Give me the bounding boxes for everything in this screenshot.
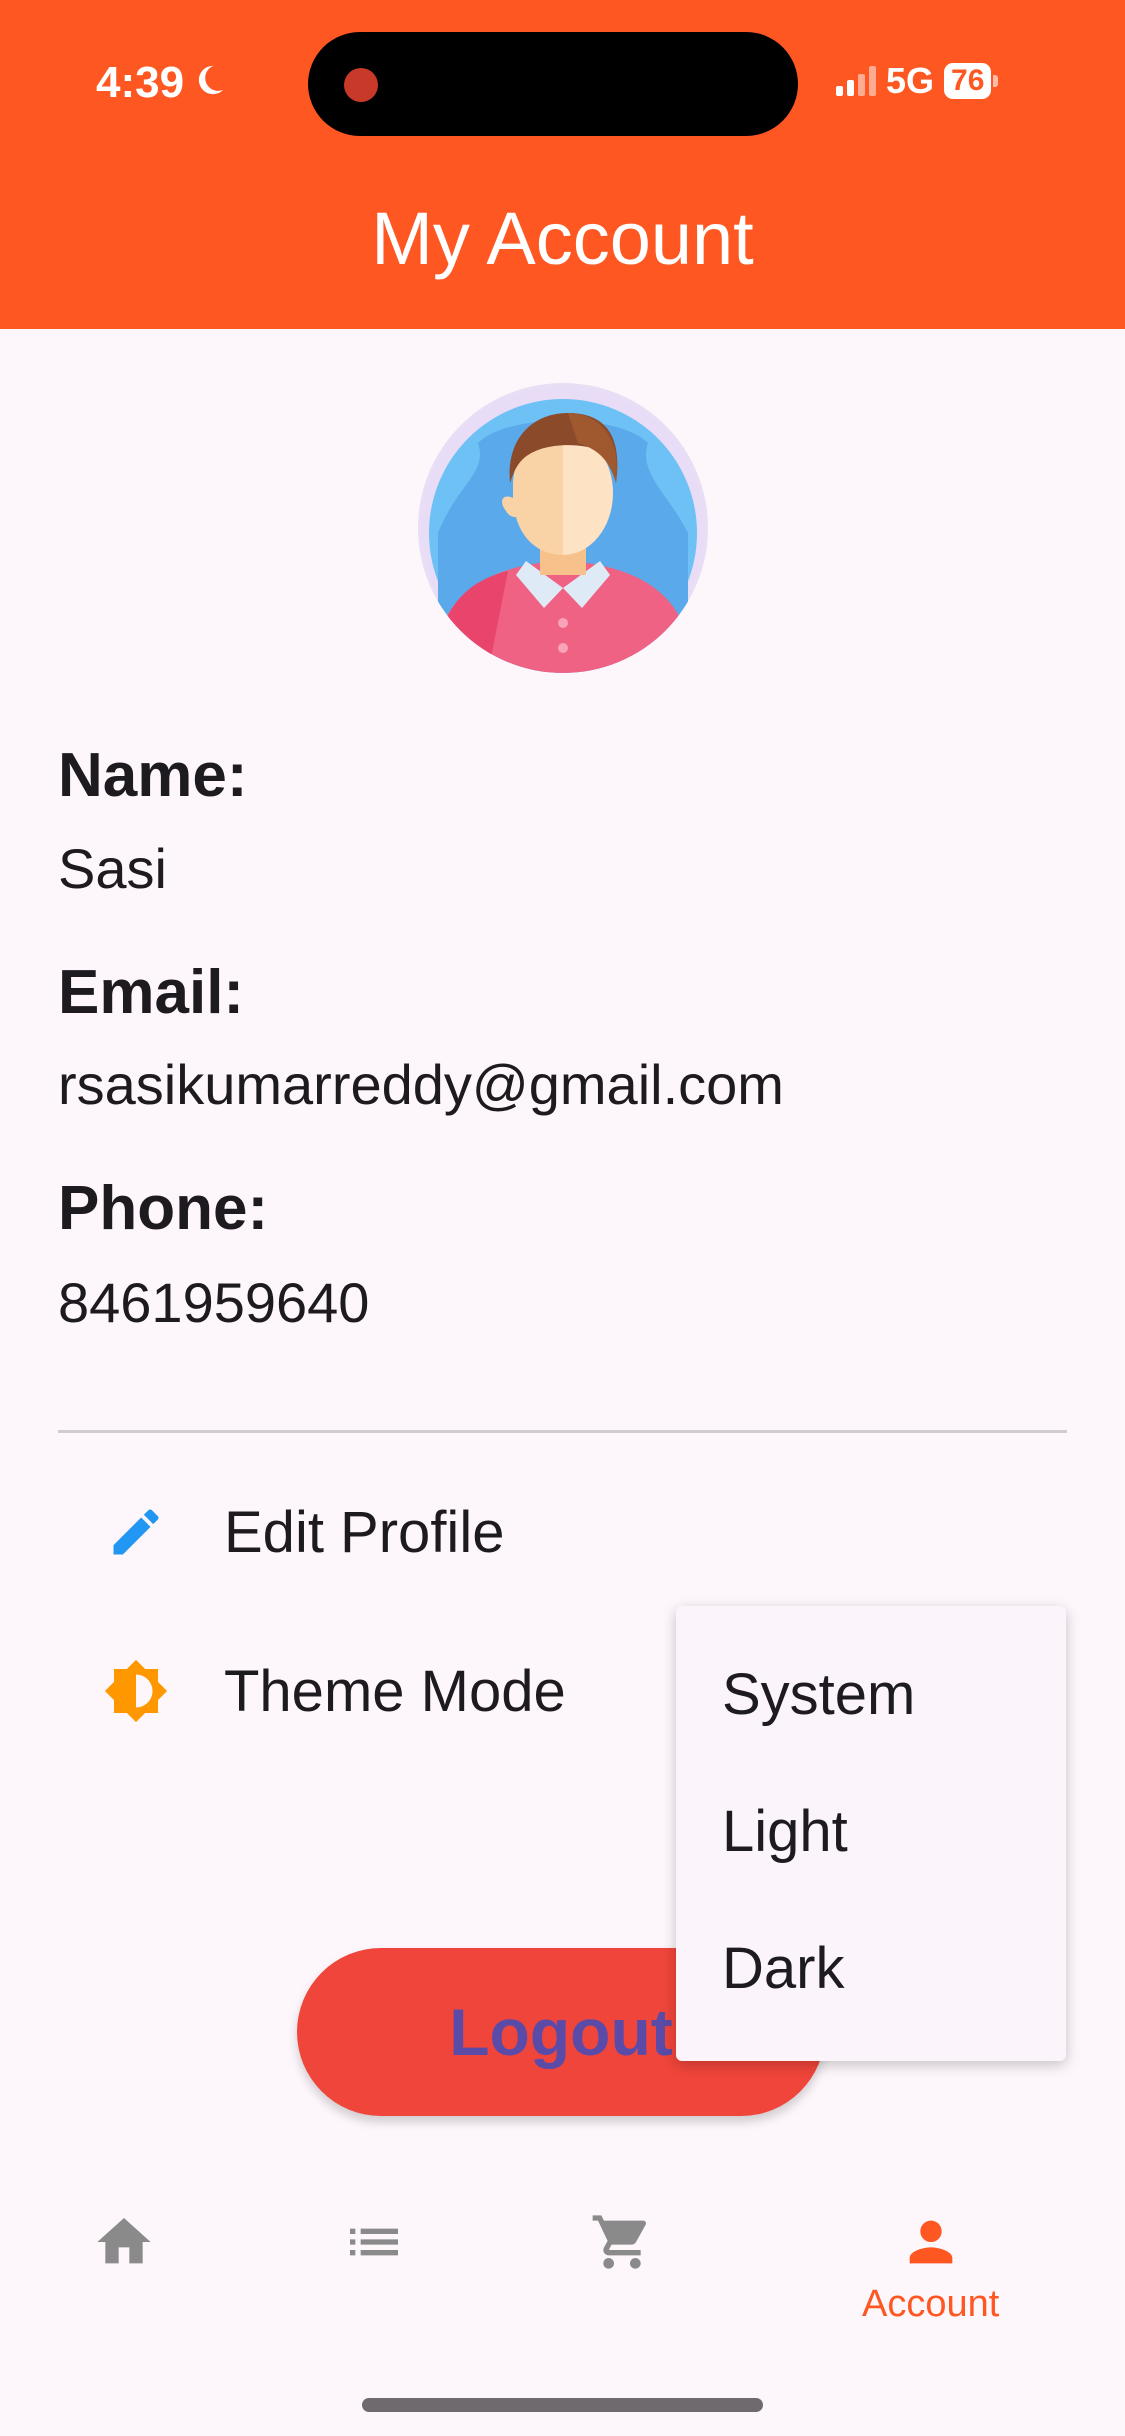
name-label: Name: (58, 741, 248, 810)
bottom-navigation: Account (0, 2180, 1125, 2350)
edit-profile-row[interactable]: Edit Profile (100, 1487, 504, 1577)
status-bar: 4:39 5G 76 (0, 0, 1125, 170)
theme-option-light[interactable]: Light (676, 1763, 1066, 1900)
cart-icon (590, 2210, 654, 2279)
person-icon (899, 2210, 963, 2279)
network-label: 5G (886, 60, 935, 101)
battery-icon: 76 (944, 63, 999, 99)
theme-mode-label: Theme Mode (224, 1658, 566, 1724)
avatar (418, 383, 708, 673)
app-bar: 4:39 5G 76 My Account (0, 0, 1125, 329)
phone-value: 8461959640 (58, 1271, 370, 1334)
status-time: 4:39 (96, 58, 226, 108)
nav-list[interactable] (342, 2210, 406, 2279)
phone-label: Phone: (58, 1174, 269, 1243)
status-icons: 5G 76 (836, 60, 999, 102)
name-value: Sasi (58, 837, 167, 900)
dynamic-island (308, 32, 798, 136)
list-icon (342, 2210, 406, 2279)
moon-icon (192, 58, 226, 108)
recording-indicator (344, 68, 378, 102)
brightness-icon (100, 1655, 172, 1727)
nav-cart[interactable] (590, 2210, 654, 2279)
nav-account-label: Account (862, 2283, 1000, 2325)
page-title: My Account (371, 197, 754, 280)
divider (58, 1430, 1067, 1433)
theme-mode-row[interactable]: Theme Mode (100, 1646, 566, 1736)
edit-profile-label: Edit Profile (224, 1499, 505, 1565)
theme-popup-menu: System Light Dark (676, 1606, 1066, 2061)
theme-option-system[interactable]: System (676, 1626, 1066, 1763)
email-value: rsasikumarreddy@gmail.com (58, 1053, 784, 1116)
battery-level: 76 (944, 63, 992, 99)
nav-home[interactable] (92, 2210, 156, 2279)
signal-icon (836, 66, 876, 96)
theme-option-dark[interactable]: Dark (676, 1900, 1066, 2037)
time-text: 4:39 (96, 58, 185, 107)
edit-pencil-icon (100, 1496, 172, 1568)
home-indicator[interactable] (362, 2398, 763, 2412)
home-icon (92, 2210, 156, 2279)
email-label: Email: (58, 958, 245, 1027)
nav-account[interactable]: Account (862, 2210, 999, 2326)
